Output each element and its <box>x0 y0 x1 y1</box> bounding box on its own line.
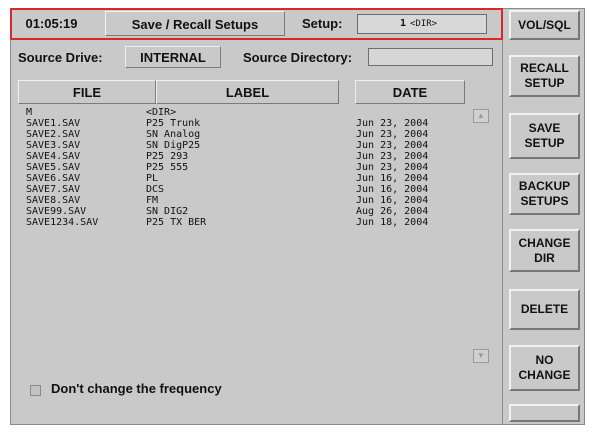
setup-dir: <DIR> <box>410 19 438 29</box>
no-change-button[interactable]: NO CHANGE <box>509 345 580 391</box>
change-dir-button[interactable]: CHANGE DIR <box>509 229 580 272</box>
save-setup-button[interactable]: SAVE SETUP <box>509 113 580 159</box>
column-header-date[interactable]: DATE <box>355 80 465 104</box>
recall-setup-button[interactable]: RECALL SETUP <box>509 55 580 97</box>
column-header-file[interactable]: FILE <box>18 80 156 104</box>
source-directory-field[interactable] <box>368 48 493 66</box>
dont-change-frequency-label: Don't change the frequency <box>51 381 222 396</box>
file-date: Jun 18, 2004 <box>356 217 429 228</box>
dont-change-frequency-checkbox[interactable] <box>30 385 41 396</box>
file-name: SAVE1234.SAV <box>26 217 99 228</box>
header-bar: 01:05:19 Save / Recall Setups Setup: 1 <… <box>10 8 503 40</box>
backup-setups-button[interactable]: BACKUP SETUPS <box>509 173 580 215</box>
setup-field[interactable]: 1 <DIR> <box>357 14 487 34</box>
source-drive-label: Source Drive: <box>18 50 103 65</box>
scroll-up-arrow-icon[interactable]: ▲ <box>473 109 489 123</box>
column-header-label[interactable]: LABEL <box>156 80 339 104</box>
file-list[interactable]: M <DIR> SAVE1.SAV P25 Trunk Jun 23, 2004 SA… <box>26 107 497 362</box>
list-scrollbar[interactable]: ▲ ▼ <box>473 109 489 363</box>
delete-button[interactable]: DELETE <box>509 289 580 330</box>
setup-number: 1 <box>399 18 406 29</box>
page-title: Save / Recall Setups <box>105 11 285 36</box>
file-label: P25 TX BER <box>146 217 207 228</box>
source-drive-select[interactable]: INTERNAL <box>125 46 221 68</box>
blank-softkey-button[interactable] <box>509 404 580 422</box>
vol-sql-button[interactable]: VOL/SQL <box>509 10 580 40</box>
scroll-down-arrow-icon[interactable]: ▼ <box>473 349 489 363</box>
source-directory-label: Source Directory: <box>243 50 353 65</box>
setup-label: Setup: <box>302 16 343 31</box>
clock: 01:05:19 <box>25 16 78 31</box>
